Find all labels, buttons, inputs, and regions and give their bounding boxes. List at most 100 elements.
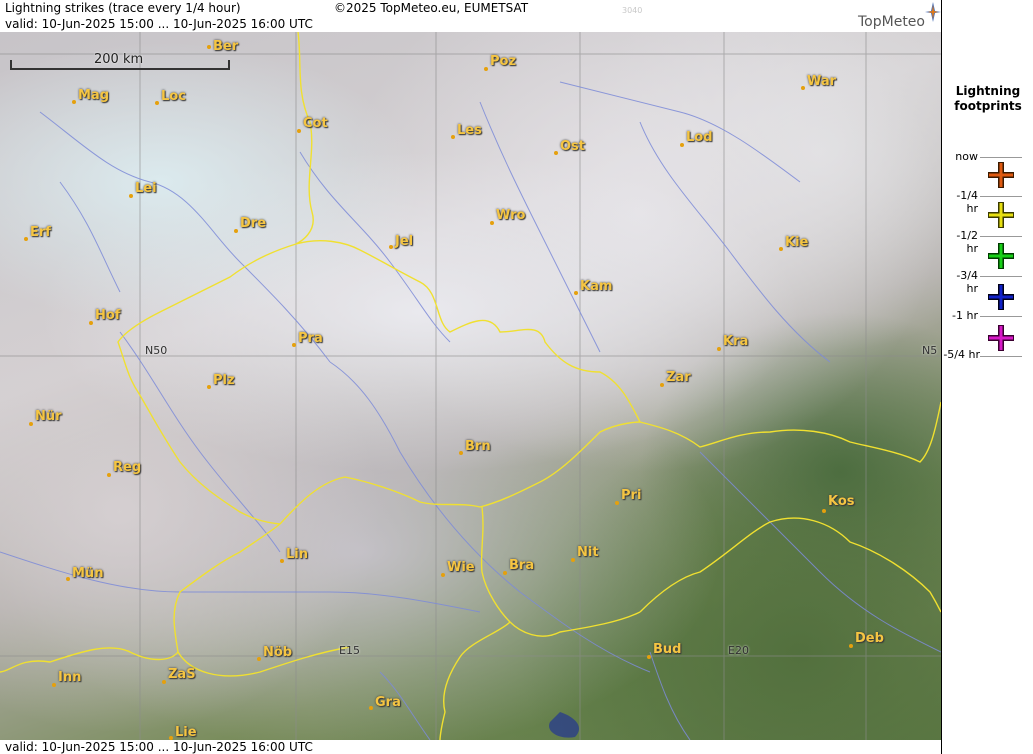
cross-marker-icon (988, 162, 1014, 188)
city-pra: Pra (298, 331, 323, 346)
grid-label-n50-right: N5 (922, 344, 938, 357)
legend-title-line1: Lightning (955, 84, 1021, 98)
city-dot (72, 100, 76, 104)
city-ber: Ber (213, 39, 239, 54)
city-nob: Nöb (263, 645, 293, 660)
city-dot (822, 509, 826, 513)
country-borders (0, 32, 941, 740)
city-dot (207, 385, 211, 389)
image-code: 3040 (622, 6, 643, 15)
city-deb: Deb (855, 631, 884, 646)
city-les: Les (457, 123, 482, 138)
city-bud: Bud (653, 642, 682, 657)
city-dot (369, 706, 373, 710)
city-reg: Reg (113, 460, 142, 475)
city-dot (801, 86, 805, 90)
city-erf: Erf (30, 225, 51, 240)
cross-marker-icon (988, 243, 1014, 269)
lightning-legend: Lightning footprints now -1/4 hr -1/2 hr… (941, 0, 1033, 754)
valid-time-top: valid: 10-Jun-2025 15:00 ... 10-Jun-2025… (5, 17, 313, 31)
city-dot (107, 473, 111, 477)
city-dot (849, 644, 853, 648)
city-dot (451, 135, 455, 139)
city-kos: Kos (828, 494, 855, 509)
lake-balaton (549, 712, 580, 738)
city-dot (162, 680, 166, 684)
map-title: Lightning strikes (trace every 1/4 hour) (5, 1, 241, 15)
legend-divider (980, 196, 1022, 197)
city-dot (66, 577, 70, 581)
brand-name: TopMeteo (858, 14, 925, 30)
city-dot (207, 45, 211, 49)
grid-label-n50: N50 (145, 344, 168, 357)
city-dot (660, 383, 664, 387)
city-dot (297, 129, 301, 133)
city-dot (717, 347, 721, 351)
city-dot (89, 321, 93, 325)
map-overlay (0, 32, 941, 740)
legend-label-now: now (955, 150, 978, 163)
city-war: War (807, 74, 837, 89)
city-mag: Mag (78, 88, 110, 103)
city-jel: Jel (395, 234, 414, 249)
city-kam: Kam (580, 279, 613, 294)
grid-label-e20: E20 (728, 644, 749, 657)
city-pri: Pri (621, 488, 642, 503)
legend-divider (980, 236, 1022, 237)
city-nit: Nit (577, 545, 599, 560)
cross-marker-icon (988, 325, 1014, 351)
legend-divider (980, 356, 1022, 357)
legend-label-one-hour: -1 hr (952, 309, 978, 322)
legend-divider (980, 276, 1022, 277)
city-dot (52, 683, 56, 687)
legend-divider (980, 157, 1022, 158)
city-dot (680, 143, 684, 147)
city-dot (574, 291, 578, 295)
cross-marker-icon (988, 284, 1014, 310)
city-inn: Inn (58, 670, 82, 685)
city-bra: Bra (509, 558, 535, 573)
city-lod: Lod (686, 130, 713, 145)
city-zas: ZaS (168, 667, 196, 682)
legend-title-line2: footprints (954, 99, 1022, 113)
city-zar: Zar (666, 370, 691, 385)
city-dot (484, 67, 488, 71)
copyright-text: ©2025 TopMeteo.eu, EUMETSAT (334, 1, 529, 15)
city-dot (647, 655, 651, 659)
city-dot (615, 501, 619, 505)
compass-star-icon (925, 2, 941, 26)
city-kie: Kie (785, 235, 809, 250)
city-lie: Lie (175, 725, 197, 740)
city-brn: Brn (465, 439, 491, 454)
city-ost: Ost (560, 139, 586, 154)
grid-label-e15: E15 (339, 644, 360, 657)
city-gra: Gra (375, 695, 401, 710)
city-dot (490, 221, 494, 225)
scale-label: 200 km (94, 52, 144, 67)
city-dot (129, 194, 133, 198)
city-dot (234, 229, 238, 233)
city-dre: Dre (240, 216, 267, 231)
city-dot (292, 343, 296, 347)
legend-label-three-quarter: -3/4 hr (956, 269, 978, 295)
city-loc: Loc (161, 89, 186, 104)
map-header: Lightning strikes (trace every 1/4 hour)… (0, 0, 941, 32)
city-lin: Lin (286, 547, 308, 562)
legend-label-five-quarter: -5/4 hr (943, 348, 980, 361)
city-dot (24, 237, 28, 241)
city-plz: Plz (213, 373, 235, 388)
city-wie: Wie (447, 560, 475, 575)
city-dot (554, 151, 558, 155)
city-dot (459, 451, 463, 455)
city-dot (155, 101, 159, 105)
city-dot (571, 558, 575, 562)
city-dot (280, 559, 284, 563)
graticule (0, 32, 941, 740)
city-dot (441, 573, 445, 577)
city-dot (29, 422, 33, 426)
city-cot: Cot (303, 116, 328, 131)
satellite-map[interactable]: 200 km N50 N5 E15 E20 Ber Poz War Mag Lo… (0, 32, 941, 740)
legend-label-quarter: -1/4 hr (956, 189, 978, 215)
legend-title: Lightning footprints (942, 84, 1033, 114)
legend-label-half: -1/2 hr (956, 229, 978, 255)
